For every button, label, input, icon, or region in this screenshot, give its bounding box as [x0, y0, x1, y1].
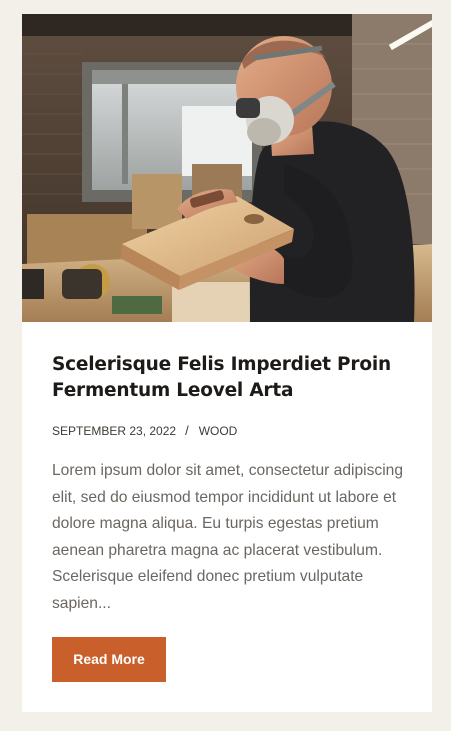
post-meta: SEPTEMBER 23, 2022 / WOOD	[52, 423, 404, 439]
post-category[interactable]: WOOD	[199, 424, 238, 438]
workshop-photo	[22, 14, 432, 322]
post-excerpt: Lorem ipsum dolor sit amet, consectetur …	[52, 462, 404, 612]
blog-post-card: Scelerisque Felis Imperdiet Proin Fermen…	[22, 14, 432, 712]
post-title[interactable]: Scelerisque Felis Imperdiet Proin Fermen…	[52, 352, 404, 404]
read-more-button[interactable]: Read More	[52, 637, 166, 682]
meta-separator: /	[185, 423, 189, 438]
post-featured-image[interactable]	[22, 14, 432, 322]
post-date[interactable]: SEPTEMBER 23, 2022	[52, 424, 176, 438]
post-content: Scelerisque Felis Imperdiet Proin Fermen…	[52, 352, 404, 633]
